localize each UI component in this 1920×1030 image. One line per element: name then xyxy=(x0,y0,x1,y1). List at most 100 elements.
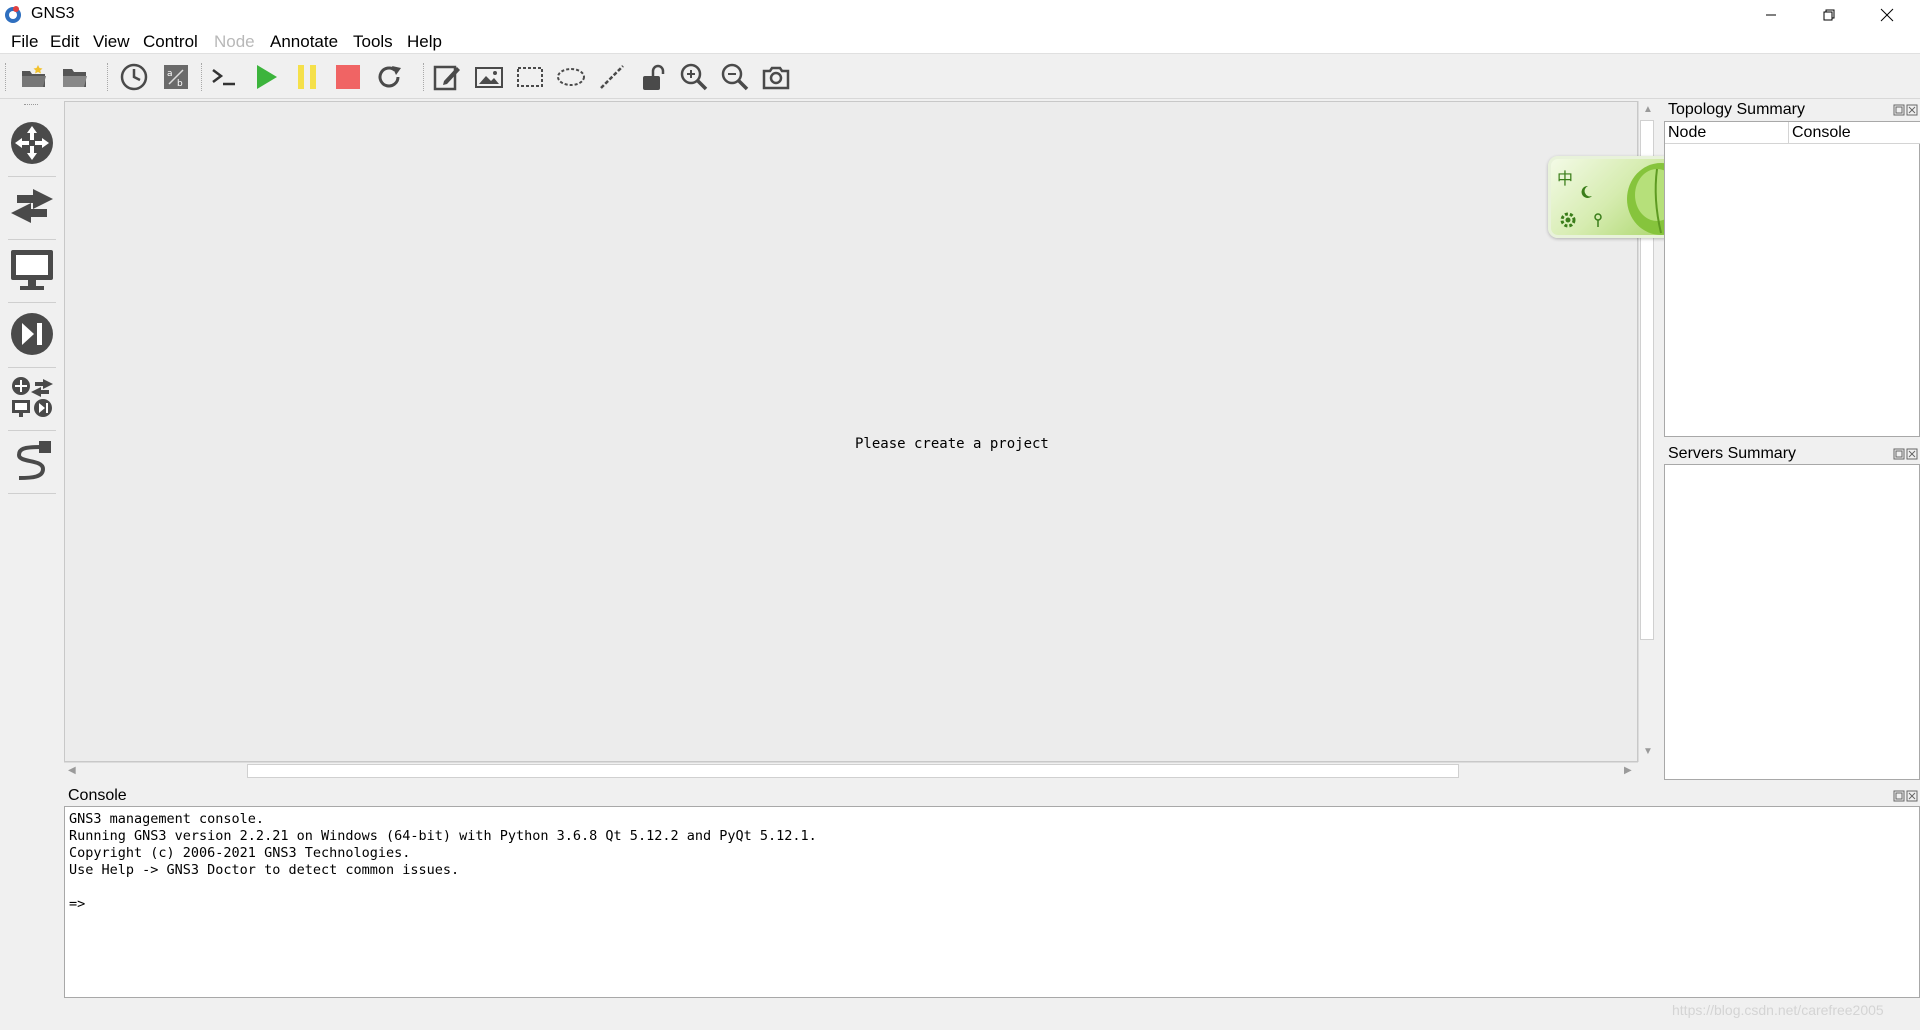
menu-node: Node xyxy=(214,32,255,51)
gns3-app-icon xyxy=(5,6,21,23)
dock-float-close-icon[interactable] xyxy=(1893,448,1919,460)
close-button[interactable] xyxy=(1858,0,1916,29)
draw-line-icon xyxy=(600,65,624,89)
divider xyxy=(8,493,56,494)
menu-tools[interactable]: Tools xyxy=(353,32,393,52)
show-interface-labels-icon: ab xyxy=(164,65,188,89)
stop-all-button[interactable] xyxy=(331,60,365,94)
insert-picture-icon xyxy=(475,67,503,88)
security-devices-button[interactable] xyxy=(6,306,58,362)
new-project-button[interactable] xyxy=(17,60,51,94)
toolbar-separator xyxy=(201,63,202,91)
topology-summary-panel[interactable]: Node Console xyxy=(1664,121,1920,437)
horizontal-scroll-thumb[interactable] xyxy=(247,764,1459,778)
routers-icon xyxy=(11,122,53,164)
console-output[interactable]: GNS3 management console. Running GNS3 ve… xyxy=(64,806,1920,998)
restore-button[interactable] xyxy=(1800,0,1858,29)
console-line: Running GNS3 version 2.2.21 on Windows (… xyxy=(69,828,817,844)
menu-control[interactable]: Control xyxy=(143,32,198,52)
console-line: Use Help -> GNS3 Doctor to detect common… xyxy=(69,862,460,878)
start-all-button[interactable] xyxy=(249,60,283,94)
end-devices-button[interactable] xyxy=(6,241,58,297)
topology-canvas[interactable]: Please create a project xyxy=(64,101,1638,762)
console-prompt[interactable]: => xyxy=(69,896,85,912)
scroll-left-icon[interactable]: ◀ xyxy=(68,765,76,776)
divider xyxy=(8,430,56,431)
routers-button[interactable] xyxy=(6,115,58,171)
toolbar-separator xyxy=(107,63,108,91)
zoom-out-icon xyxy=(721,63,749,91)
snapshot-icon xyxy=(120,63,148,91)
console-all-button[interactable] xyxy=(207,60,241,94)
all-devices-button[interactable] xyxy=(6,369,58,425)
suspend-all-button[interactable] xyxy=(290,60,324,94)
zoom-in-button[interactable] xyxy=(677,60,711,94)
open-project-button[interactable] xyxy=(58,60,92,94)
scroll-down-icon[interactable]: ▼ xyxy=(1643,746,1653,757)
reload-all-icon xyxy=(378,66,401,88)
console-title: Console xyxy=(68,787,127,804)
canvas-message: Please create a project xyxy=(855,436,1049,452)
minimize-button[interactable] xyxy=(1742,0,1800,29)
dock-float-close-icon[interactable] xyxy=(1893,104,1919,116)
draw-line-button[interactable] xyxy=(595,60,629,94)
dock-float-close-icon[interactable] xyxy=(1893,790,1919,802)
menu-bar: File Edit View Control Node Annotate Too… xyxy=(0,29,1920,54)
switches-icon xyxy=(11,189,53,223)
toolbar-separator xyxy=(423,63,424,91)
console-line: GNS3 management console. xyxy=(69,811,265,827)
settings-gear-icon[interactable] xyxy=(1559,211,1577,229)
add-link-icon xyxy=(16,441,51,480)
show-interface-labels-button[interactable]: ab xyxy=(159,60,193,94)
console-line: Copyright (c) 2006-2021 GNS3 Technologie… xyxy=(69,845,411,861)
insert-picture-button[interactable] xyxy=(472,60,506,94)
draw-rectangle-button[interactable] xyxy=(513,60,547,94)
draw-rectangle-icon xyxy=(517,67,543,87)
draw-ellipse-button[interactable] xyxy=(554,60,588,94)
toolbar-separator xyxy=(5,63,6,91)
servers-summary-title: Servers Summary xyxy=(1668,445,1797,462)
divider xyxy=(8,302,56,303)
lock-unlock-icon xyxy=(643,64,665,90)
zoom-in-icon xyxy=(680,63,708,91)
title-bar: GNS3 xyxy=(0,0,1920,29)
new-project-icon xyxy=(22,65,46,87)
scroll-right-icon[interactable]: ▶ xyxy=(1624,765,1632,776)
menu-help[interactable]: Help xyxy=(407,32,442,52)
console-all-icon xyxy=(212,69,235,86)
restore-icon xyxy=(1823,9,1835,20)
stop-all-icon xyxy=(336,65,360,89)
security-devices-icon xyxy=(11,313,53,355)
svg-text:b: b xyxy=(177,79,183,89)
zoom-out-button[interactable] xyxy=(718,60,752,94)
main-toolbar: ab xyxy=(0,55,1920,99)
menu-view[interactable]: View xyxy=(93,32,130,52)
draw-ellipse-icon xyxy=(557,68,585,86)
add-note-button[interactable] xyxy=(430,60,464,94)
snapshot-button[interactable] xyxy=(117,60,151,94)
servers-summary-panel[interactable] xyxy=(1664,464,1920,780)
lock-unlock-button[interactable] xyxy=(636,60,670,94)
scroll-up-icon[interactable]: ▲ xyxy=(1643,104,1653,115)
menu-file[interactable]: File xyxy=(11,32,38,52)
open-project-icon xyxy=(63,69,87,87)
reload-all-button[interactable] xyxy=(372,60,406,94)
add-link-button[interactable] xyxy=(6,432,58,488)
ime-mode-char[interactable]: 中 xyxy=(1557,165,1573,189)
menu-annotate[interactable]: Annotate xyxy=(270,32,338,52)
switches-button[interactable] xyxy=(6,178,58,234)
column-console[interactable]: Console xyxy=(1789,122,1920,144)
column-node[interactable]: Node xyxy=(1665,122,1789,144)
svg-text:a: a xyxy=(167,69,173,79)
moon-icon xyxy=(1581,185,1592,198)
watermark-text: https://blog.csdn.net/carefree2005 xyxy=(1672,1002,1884,1018)
close-icon xyxy=(1880,8,1894,21)
add-note-icon xyxy=(433,65,460,91)
all-devices-icon xyxy=(12,377,53,417)
suspend-all-icon xyxy=(298,65,316,89)
help-pin-icon[interactable] xyxy=(1593,213,1603,229)
window-title: GNS3 xyxy=(31,5,75,22)
divider xyxy=(8,367,56,368)
menu-edit[interactable]: Edit xyxy=(50,32,79,52)
screenshot-button[interactable] xyxy=(759,60,793,94)
